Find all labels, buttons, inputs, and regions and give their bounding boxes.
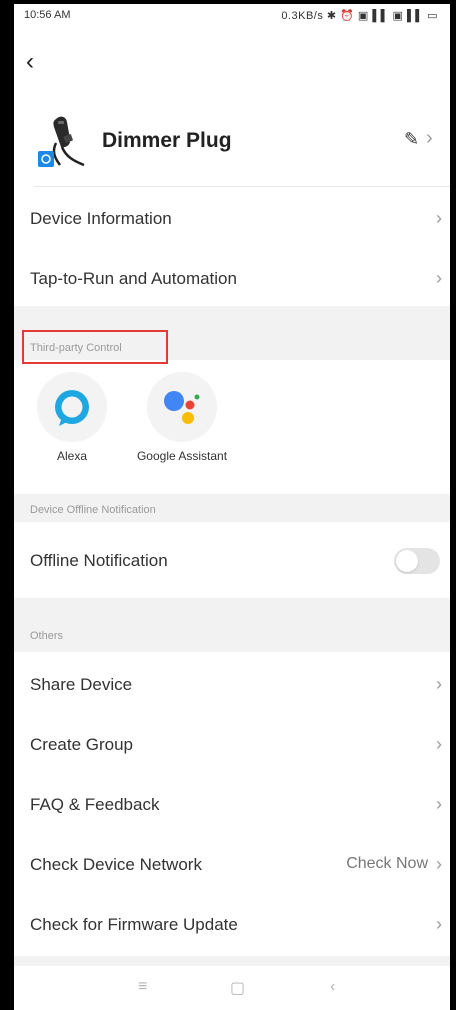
toggle-knob xyxy=(396,550,418,572)
dimmer-plug-icon xyxy=(38,116,85,167)
row-label: Check for Firmware Update xyxy=(30,915,238,934)
firmware-update-row[interactable]: Check for Firmware Update › xyxy=(14,896,450,954)
status-bar: 10:56 AM 0.3KB/s ✱ ⏰ ▣ ▌▌ ▣ ▌▌ ▭ xyxy=(14,4,450,28)
offline-section-title: Device Offline Notification xyxy=(30,504,156,516)
device-name: Dimmer Plug xyxy=(102,129,232,152)
menu-icon[interactable]: ≡ xyxy=(138,978,147,996)
alexa-label: Alexa xyxy=(56,449,88,463)
device-image xyxy=(36,113,88,169)
home-icon[interactable]: ▢ xyxy=(230,978,245,998)
chevron-right-icon: › xyxy=(436,854,442,874)
row-label: Check Device Network xyxy=(30,855,202,874)
bottom-spacer xyxy=(14,956,450,966)
tap-to-run-row[interactable]: Tap-to-Run and Automation › xyxy=(14,250,450,308)
device-frame-left xyxy=(0,0,14,1010)
google-assistant-icon-circle xyxy=(147,372,217,442)
chevron-right-icon: › xyxy=(436,208,442,228)
chevron-right-icon: › xyxy=(436,268,442,288)
alexa-icon-circle xyxy=(37,372,107,442)
google-assistant-label: Google Assistant xyxy=(136,449,228,463)
header-divider xyxy=(34,186,450,187)
offline-section-header: Device Offline Notification xyxy=(14,494,450,522)
google-assistant-item[interactable]: Google Assistant xyxy=(136,372,228,490)
row-label: Offline Notification xyxy=(30,551,168,570)
chevron-right-icon: › xyxy=(436,674,442,694)
status-indicators: 0.3KB/s ✱ ⏰ ▣ ▌▌ ▣ ▌▌ ▭ xyxy=(281,10,438,22)
edit-device-button[interactable]: ✎ › xyxy=(400,127,444,153)
chevron-right-icon: › xyxy=(426,127,433,149)
pencil-icon: ✎ xyxy=(404,129,420,149)
check-now-link[interactable]: Check Now xyxy=(346,855,428,873)
back-icon[interactable]: ‹ xyxy=(330,978,335,996)
back-button[interactable]: ‹ xyxy=(26,48,54,76)
chevron-right-icon: › xyxy=(436,914,442,934)
row-label: Device Information xyxy=(30,209,172,228)
share-device-row[interactable]: Share Device › xyxy=(14,656,450,714)
check-device-network-row[interactable]: Check Device Network Check Now › xyxy=(14,836,450,894)
faq-feedback-row[interactable]: FAQ & Feedback › xyxy=(14,776,450,834)
row-label: Share Device xyxy=(30,675,133,694)
create-group-row[interactable]: Create Group › xyxy=(14,716,450,774)
alexa-item[interactable]: Alexa xyxy=(26,372,116,490)
row-label: Create Group xyxy=(30,735,133,754)
chevron-right-icon: › xyxy=(436,794,442,814)
back-arrow-icon: ‹ xyxy=(26,48,34,75)
device-frame-right xyxy=(450,0,456,1010)
google-assistant-icon xyxy=(164,391,200,424)
system-navigation-bar: ≡ ▢ ‹ xyxy=(14,966,450,1010)
status-time: 10:56 AM xyxy=(24,9,71,21)
row-label: FAQ & Feedback xyxy=(30,795,160,814)
offline-notification-toggle[interactable] xyxy=(394,548,440,574)
third-party-highlight-box xyxy=(22,330,168,364)
offline-notification-row: Offline Notification xyxy=(14,532,450,590)
others-section-header: Others xyxy=(14,598,450,652)
chevron-right-icon: › xyxy=(436,734,442,754)
alexa-icon xyxy=(55,390,89,426)
device-information-row[interactable]: Device Information › xyxy=(14,190,450,248)
row-label: Tap-to-Run and Automation xyxy=(30,269,237,288)
device-header: Dimmer Plug ✎ › xyxy=(14,99,450,187)
others-section-title: Others xyxy=(30,630,64,642)
screen: 10:56 AM 0.3KB/s ✱ ⏰ ▣ ▌▌ ▣ ▌▌ ▭ ‹ Dimme… xyxy=(14,4,450,1010)
